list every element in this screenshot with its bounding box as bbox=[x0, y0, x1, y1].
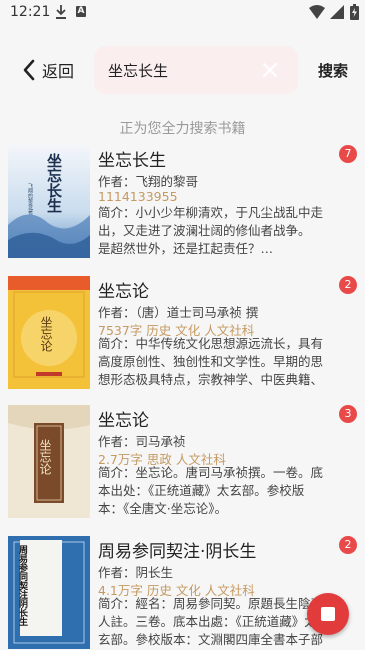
status-time: 12:21 bbox=[10, 4, 51, 20]
book-intro: 简介：小小少年柳清欢，于凡尘战乱中走出，又走进了波澜壮阔的修仙者战争。 是超然世… bbox=[98, 205, 328, 256]
source-count-badge: 2 bbox=[339, 536, 357, 554]
signal-icon bbox=[330, 5, 344, 19]
book-intro: 简介：經名：周易參同契。原題長生陰真人註。三卷。底本出處：《正統道藏》太玄部。參… bbox=[98, 596, 324, 647]
source-count-badge: 3 bbox=[339, 405, 357, 423]
book-cover: 坐忘论 bbox=[8, 276, 90, 389]
search-value[interactable]: 坐忘长生 bbox=[108, 60, 168, 81]
book-cover: 坐忘长生 飞翔的黎哥/著 bbox=[8, 145, 90, 258]
source-count-badge: 7 bbox=[339, 145, 357, 163]
book-title: 坐忘论 bbox=[98, 282, 149, 302]
book-author: 作者：司马承祯 bbox=[98, 434, 186, 449]
book-cover: 周易参同契注阴长生 bbox=[8, 536, 90, 649]
book-author: 作者：阴长生 bbox=[98, 565, 174, 580]
back-chevron-icon bbox=[23, 59, 35, 81]
book-author: 作者：飞翔的黎哥 bbox=[98, 174, 199, 189]
cover-title: 坐忘长生 bbox=[45, 153, 63, 213]
back-button[interactable]: 返回 bbox=[22, 58, 74, 82]
back-label: 返回 bbox=[42, 62, 75, 81]
cover-author: 飞翔的黎哥/著 bbox=[27, 183, 33, 216]
status-bar: 12:21 A bbox=[0, 0, 365, 26]
book-cover: 坐忘论 bbox=[8, 405, 90, 518]
search-input[interactable]: 坐忘长生 bbox=[94, 46, 298, 94]
book-title: 坐忘长生 bbox=[98, 151, 166, 171]
wifi-icon bbox=[309, 5, 325, 19]
download-icon bbox=[56, 5, 66, 19]
book-title: 周易参同契注·阴长生 bbox=[98, 542, 257, 562]
stop-search-button[interactable] bbox=[307, 593, 349, 635]
stop-icon bbox=[321, 607, 335, 621]
source-count-badge: 2 bbox=[339, 276, 357, 294]
book-meta: 1114133955 bbox=[98, 189, 178, 204]
battery-icon bbox=[350, 4, 359, 20]
clear-icon[interactable] bbox=[262, 62, 278, 78]
notification-a-icon: A bbox=[76, 6, 86, 17]
book-intro: 简介：坐忘论。唐司马承祯撰。一卷。底本出处：《正统道藏》太玄部。参校版本：《全唐… bbox=[98, 465, 324, 516]
search-button[interactable]: 搜索 bbox=[318, 60, 348, 81]
cover-title: 周易参同契注阴长生 bbox=[17, 545, 29, 626]
searching-hint: 正为您全力搜索书籍 bbox=[119, 121, 246, 137]
book-title: 坐忘论 bbox=[98, 411, 149, 431]
book-intro: 简介：中华传统文化思想源远流长，具有高度原创性、独创性和文学性。早期的思想形态极… bbox=[98, 336, 324, 387]
cover-title: 坐忘论 bbox=[39, 316, 53, 352]
cover-title: 坐忘论 bbox=[38, 439, 52, 475]
book-author: 作者：（唐）道士司马承祯 撰 bbox=[98, 305, 259, 320]
